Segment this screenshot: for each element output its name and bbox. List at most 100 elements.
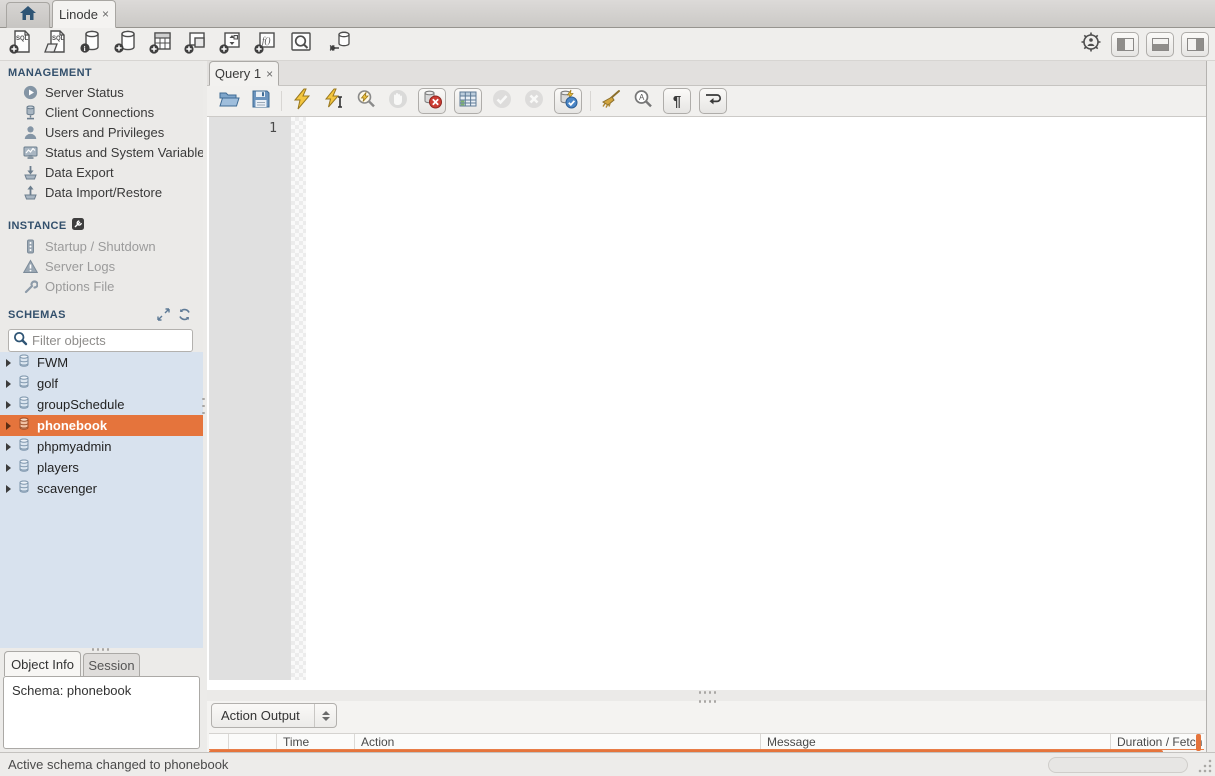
column-header-message[interactable]: Message <box>761 734 1111 749</box>
status-variables-icon <box>22 144 38 160</box>
line-number-gutter: 1 <box>209 117 291 680</box>
limit-rows-button[interactable] <box>454 88 482 114</box>
preferences-button[interactable] <box>1078 31 1104 57</box>
explain-magnifier-icon <box>355 88 377 115</box>
column-header-time[interactable]: Time <box>277 734 355 749</box>
refresh-schemas-icon[interactable] <box>178 308 191 324</box>
execute-current-statement-button[interactable] <box>322 89 346 113</box>
expander-icon[interactable] <box>6 422 11 430</box>
column-header-action[interactable]: Action <box>355 734 761 749</box>
info-tab-bar: Object Info Session <box>0 651 207 676</box>
spinner-arrows-icon[interactable] <box>314 704 336 727</box>
sidebar-item-data-import[interactable]: Data Import/Restore <box>0 182 203 202</box>
sidebar-item-users-privileges[interactable]: Users and Privileges <box>0 122 203 142</box>
warning-triangle-icon <box>22 258 38 274</box>
expander-icon[interactable] <box>6 380 11 388</box>
clear-query-button[interactable] <box>599 89 623 113</box>
rollback-button[interactable] <box>522 89 546 113</box>
stop-execution-button[interactable] <box>386 89 410 113</box>
schema-filter[interactable] <box>8 329 193 352</box>
column-header-duration-fetch[interactable]: Duration / Fetch <box>1111 734 1204 749</box>
schema-row-golf[interactable]: golf <box>0 373 203 394</box>
left-sidebar-icon <box>1117 38 1134 51</box>
sidebar-splitter[interactable] <box>202 398 206 414</box>
explain-button[interactable] <box>354 89 378 113</box>
search-data-button[interactable] <box>288 31 314 57</box>
column-header-blank-2[interactable] <box>229 734 277 749</box>
schema-row-phpmyadmin[interactable]: phpmyadmin <box>0 436 203 457</box>
create-table-button[interactable] <box>148 31 174 57</box>
new-sql-tab-button[interactable]: SQL <box>8 31 34 57</box>
progress-indicator <box>1048 757 1188 773</box>
reconnect-database-button[interactable] <box>327 31 353 57</box>
toggle-bottom-panel-button[interactable] <box>1146 32 1174 57</box>
connection-tab[interactable]: Linode × <box>52 0 116 28</box>
sidebar-item-data-export[interactable]: Data Export <box>0 162 203 182</box>
management-section-header: MANAGEMENT <box>0 64 203 82</box>
expander-icon[interactable] <box>6 485 11 493</box>
svg-text:SQL: SQL <box>16 36 29 42</box>
resize-grip[interactable] <box>1198 759 1212 773</box>
expander-icon[interactable] <box>6 464 11 472</box>
toggle-right-sidebar-button[interactable] <box>1181 32 1209 57</box>
sidebar-item-server-status[interactable]: Server Status <box>0 82 203 102</box>
inspect-database-button[interactable]: i <box>78 31 104 57</box>
commit-button[interactable] <box>490 89 514 113</box>
create-view-button[interactable] <box>183 31 209 57</box>
tab-query-1[interactable]: Query 1 × <box>209 61 279 86</box>
lightning-icon <box>291 88 313 115</box>
toggle-wrap-button[interactable] <box>699 88 727 114</box>
create-schema-icon <box>113 29 139 60</box>
splitter-grip[interactable] <box>699 700 716 703</box>
autocommit-icon <box>557 88 579 115</box>
close-icon[interactable]: × <box>102 7 109 21</box>
schema-row-fwm[interactable]: FWM <box>0 352 203 373</box>
save-script-button[interactable] <box>249 89 273 113</box>
sql-editor[interactable]: 1 <box>207 117 1206 741</box>
stop-hand-icon <box>387 88 409 115</box>
column-header-blank-1[interactable] <box>209 734 229 749</box>
close-icon[interactable]: × <box>266 67 273 81</box>
sidebar-item-server-logs[interactable]: Server Logs <box>0 256 203 276</box>
lightning-cursor-icon <box>323 88 345 115</box>
sidebar-item-startup-shutdown[interactable]: Startup / Shutdown <box>0 236 203 256</box>
expander-icon[interactable] <box>6 401 11 409</box>
toggle-autocommit-button[interactable] <box>554 88 582 114</box>
create-function-button[interactable]: f() <box>253 31 279 57</box>
show-invisibles-button[interactable]: ¶ <box>663 88 691 114</box>
window-tab-bar: Linode × <box>0 0 1215 28</box>
find-button[interactable]: A <box>631 89 655 113</box>
toggle-left-sidebar-button[interactable] <box>1111 32 1139 57</box>
sidebar-item-options-file[interactable]: Options File <box>0 276 203 296</box>
expand-schemas-icon[interactable] <box>157 308 170 324</box>
create-schema-button[interactable] <box>113 31 139 57</box>
open-script-button[interactable] <box>217 89 241 113</box>
toggle-stop-on-error-button[interactable] <box>418 88 446 114</box>
open-sql-file-icon: SQL <box>43 29 69 60</box>
splitter-grip[interactable] <box>699 691 716 694</box>
sidebar-item-client-connections[interactable]: Client Connections <box>0 102 203 122</box>
schema-row-players[interactable]: players <box>0 457 203 478</box>
schemas-section-header: SCHEMAS <box>0 306 203 324</box>
schema-row-groupschedule[interactable]: groupSchedule <box>0 394 203 415</box>
svg-text:f(): f() <box>262 35 271 45</box>
create-procedure-button[interactable] <box>218 31 244 57</box>
open-sql-file-button[interactable]: SQL <box>43 31 69 57</box>
output-selector[interactable]: Action Output <box>211 703 337 728</box>
schema-icon <box>17 354 31 371</box>
schema-row-phonebook[interactable]: phonebook <box>0 415 203 436</box>
tab-session[interactable]: Session <box>83 653 140 676</box>
execute-button[interactable] <box>290 89 314 113</box>
new-sql-tab-icon: SQL <box>8 29 34 60</box>
schema-row-scavenger[interactable]: scavenger <box>0 478 203 499</box>
check-circle-icon <box>491 88 513 115</box>
status-bar: Active schema changed to phonebook <box>0 752 1215 776</box>
sidebar-item-status-system-variables[interactable]: Status and System Variables <box>0 142 203 162</box>
filter-objects-input[interactable] <box>32 333 208 348</box>
expander-icon[interactable] <box>6 443 11 451</box>
expander-icon[interactable] <box>6 359 11 367</box>
output-vscrollbar[interactable] <box>1196 734 1201 751</box>
object-info-panel: Schema: phonebook <box>3 676 200 749</box>
home-tab[interactable] <box>6 2 50 28</box>
tab-object-info[interactable]: Object Info <box>4 651 81 676</box>
